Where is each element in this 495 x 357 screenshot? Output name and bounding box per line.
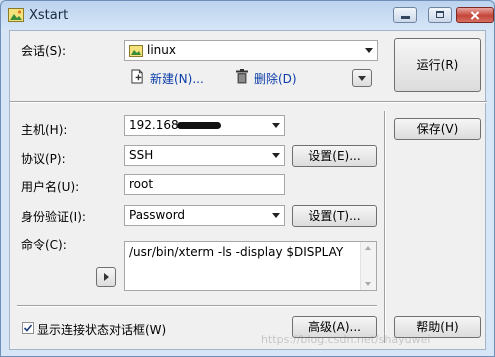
minimize-button[interactable]	[393, 7, 417, 23]
title-bar[interactable]: Xstart	[1, 1, 494, 31]
username-label: 用户名(U):	[21, 180, 80, 194]
watermark-text: https://blog.csdn.net/shayuwei	[261, 333, 431, 346]
new-session-label: 新建(N)...	[150, 72, 204, 86]
vertical-separator	[384, 111, 386, 343]
auth-label: 身份验证(I):	[21, 210, 86, 224]
command-textarea[interactable]: /usr/bin/xterm -ls -display $DISPLAY	[124, 241, 377, 291]
dialog-body: 会话(S): linux 运行(R) 新建(N)... 删除(D) 主机(H):…	[9, 30, 487, 350]
host-combo[interactable]: 192.168.	[124, 115, 285, 136]
maximize-button[interactable]	[428, 7, 452, 23]
protocol-value: SSH	[129, 148, 154, 162]
xstart-window: Xstart 会话(S): linux 运行(R) 新建(N)... 删除(D)…	[0, 0, 495, 357]
show-status-label[interactable]: 显示连接状态对话框(W)	[37, 321, 166, 338]
top-separator	[10, 101, 487, 103]
command-scrollbar[interactable]	[360, 242, 376, 290]
command-insert-button[interactable]	[96, 267, 116, 287]
redaction-mark	[177, 122, 221, 129]
maximize-icon	[436, 11, 444, 18]
new-document-icon	[131, 69, 143, 84]
show-status-checkbox[interactable]	[22, 322, 34, 334]
chevron-down-icon	[272, 213, 280, 218]
auth-value: Password	[129, 208, 186, 222]
username-input[interactable]: root	[124, 174, 285, 195]
delete-session-label: 删除(D)	[254, 72, 297, 86]
save-button[interactable]: 保存(V)	[394, 118, 481, 140]
scroll-up-icon	[365, 246, 371, 250]
session-combo[interactable]: linux	[124, 40, 378, 61]
scroll-down-icon	[365, 282, 371, 286]
command-value: /usr/bin/xterm -ls -display $DISPLAY	[129, 245, 344, 259]
auth-settings-button[interactable]: 设置(T)...	[292, 205, 377, 227]
command-label: 命令(C):	[21, 238, 67, 252]
chevron-down-icon	[272, 153, 280, 158]
checkmark-icon	[23, 324, 33, 332]
session-label: 会话(S):	[21, 44, 67, 58]
minimize-icon	[401, 16, 410, 19]
delete-session-link[interactable]: 删除(D)	[236, 68, 306, 86]
close-button[interactable]	[456, 7, 494, 23]
triangle-right-icon	[104, 273, 109, 281]
host-label: 主机(H):	[21, 123, 68, 137]
close-icon	[470, 11, 480, 20]
chevron-down-icon	[365, 48, 373, 53]
protocol-combo[interactable]: SSH	[124, 145, 285, 166]
run-button[interactable]: 运行(R)	[394, 38, 481, 92]
chevron-down-icon	[272, 123, 280, 128]
auth-combo[interactable]: Password	[124, 205, 285, 226]
protocol-settings-button[interactable]: 设置(E)...	[292, 145, 377, 167]
new-session-link[interactable]: 新建(N)...	[131, 68, 211, 86]
protocol-label: 协议(P):	[21, 152, 66, 166]
trash-icon	[236, 69, 248, 84]
session-icon	[129, 45, 143, 57]
session-value: linux	[147, 43, 176, 57]
expand-button[interactable]	[352, 69, 372, 87]
xstart-app-icon	[8, 8, 24, 22]
triangle-down-icon	[358, 76, 366, 81]
bottom-separator	[17, 305, 377, 307]
host-value: 192.168.	[129, 118, 183, 132]
window-title: Xstart	[29, 8, 69, 23]
